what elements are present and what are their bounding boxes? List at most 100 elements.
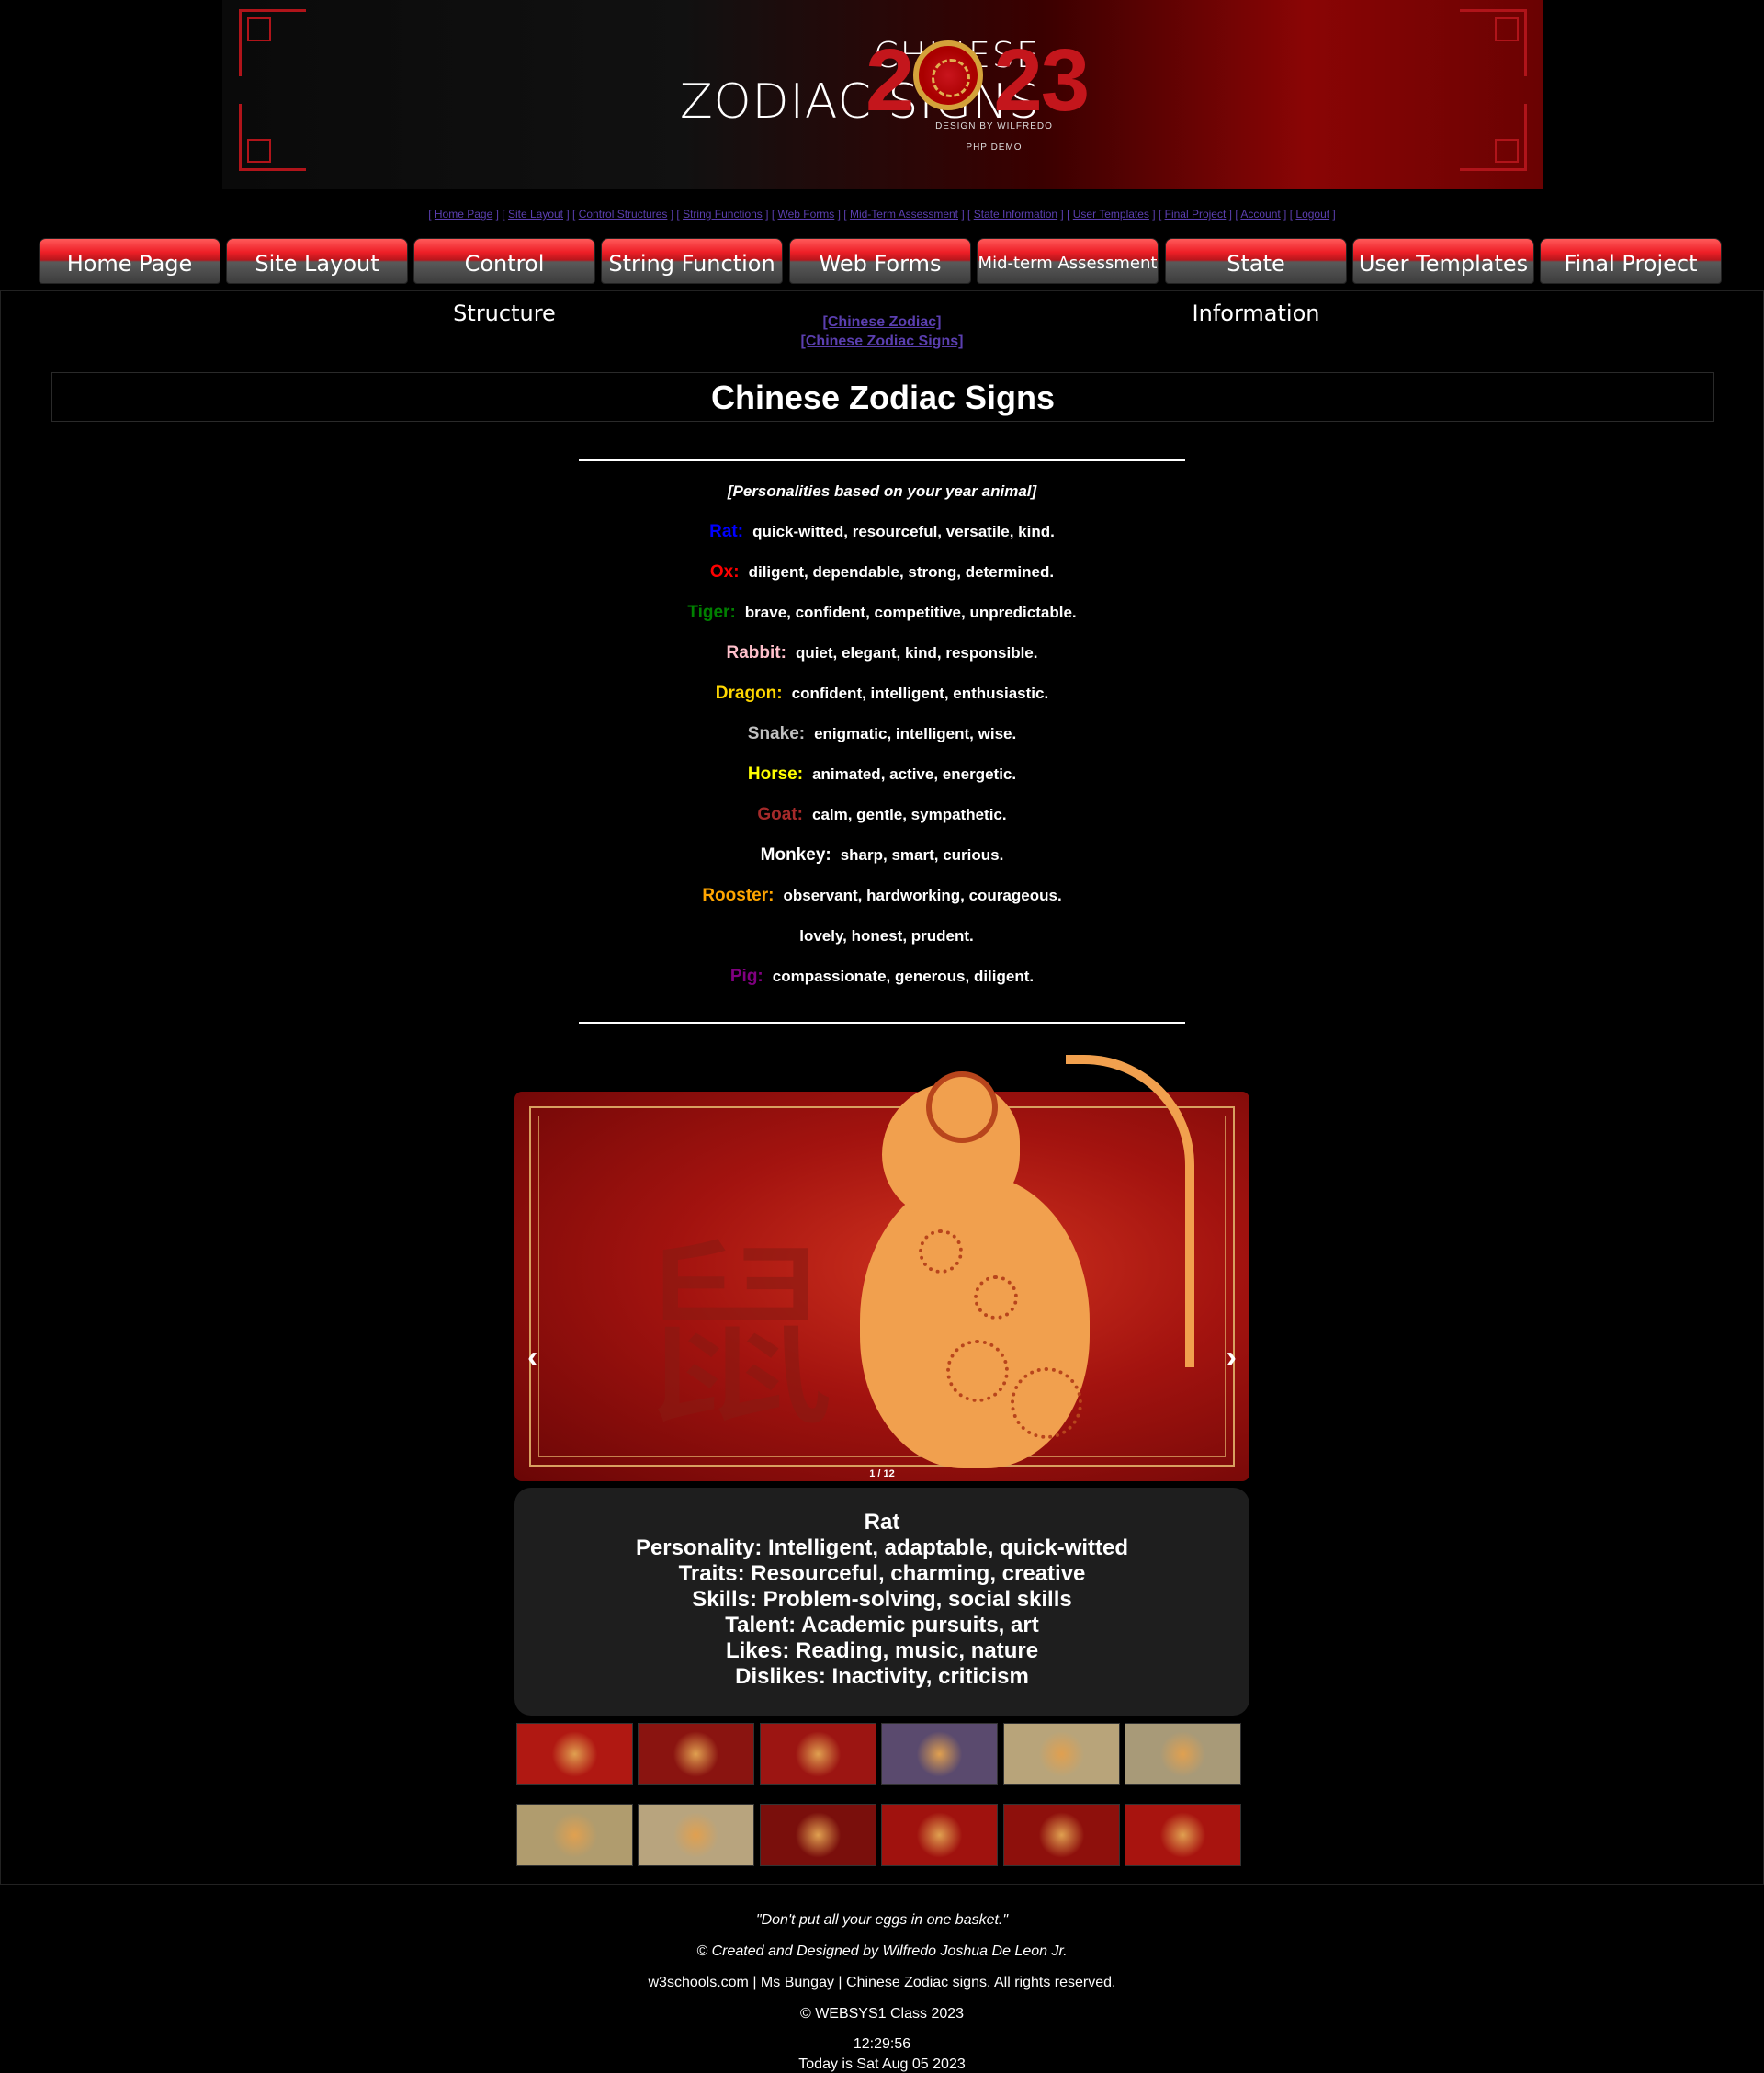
nav-web-forms[interactable]: Web Forms: [789, 238, 971, 284]
nav-final-project[interactable]: Final Project: [1540, 238, 1722, 284]
thumbnail-snake[interactable]: [1125, 1723, 1241, 1785]
trait-animal: Rooster:: [702, 886, 775, 905]
trait-row: Monkey: sharp, smart, curious.: [0, 842, 1764, 882]
slide-counter: 1 / 12: [869, 1468, 895, 1479]
breadcrumb-chinese-zodiac[interactable]: [Chinese Zodiac]: [823, 314, 942, 330]
thumbnail-monkey[interactable]: [759, 1804, 876, 1866]
thumbnail-pig[interactable]: [1125, 1804, 1241, 1866]
trait-row: Goat: calm, gentle, sympathetic.: [0, 801, 1764, 842]
thumbnail-dog[interactable]: [1002, 1804, 1120, 1866]
caption-skills: Skills: Problem-solving, social skills: [692, 1587, 1072, 1612]
text-link-bracket: [: [967, 208, 974, 221]
trait-animal: Goat:: [757, 805, 803, 824]
text-link-bracket: [: [428, 208, 435, 221]
nav-control-structure[interactable]: Control Structure: [413, 238, 595, 326]
text-link-bracket: ]: [1148, 208, 1159, 221]
text-link-bracket: [: [1067, 208, 1073, 221]
trait-row: Snake: enigmatic, intelligent, wise.: [0, 720, 1764, 761]
trait-animal: Pig:: [729, 967, 763, 986]
nav-user-templates[interactable]: User Templates: [1352, 238, 1534, 284]
text-link[interactable]: State Information: [974, 208, 1057, 221]
thumbnail-rat[interactable]: [516, 1723, 633, 1785]
caption-dislikes: Dislikes: Inactivity, criticism: [735, 1664, 1029, 1689]
nav-string-function[interactable]: String Function: [601, 238, 783, 284]
footer-quote: "Don't put all your eggs in one basket.": [755, 1912, 1009, 1928]
nav-midterm-assessment[interactable]: Mid-term Assessment: [977, 238, 1159, 284]
text-link[interactable]: Account: [1240, 208, 1280, 221]
nav-state-information[interactable]: State Information: [1165, 238, 1347, 326]
thumbnail-goat[interactable]: [638, 1804, 755, 1866]
banner-year-right: 23: [993, 31, 1090, 130]
text-link-bracket: ]: [1057, 208, 1068, 221]
breadcrumb-chinese-zodiac-signs[interactable]: [Chinese Zodiac Signs]: [801, 334, 964, 349]
trait-row: Dragon: confident, intelligent, enthusias…: [0, 680, 1764, 720]
thumbnail-ox[interactable]: [638, 1723, 755, 1785]
caption-likes: Likes: Reading, music, nature: [725, 1638, 1039, 1663]
caption-talent: Talent: Academic pursuits, art: [725, 1613, 1039, 1637]
personalities-list: [Personalities based on your year animal…: [0, 478, 1764, 1003]
footer-class: © WEBSYS1 Class 2023: [799, 2006, 965, 2022]
text-link-bracket: ]: [958, 208, 968, 221]
trait-description: sharp, smart, curious.: [840, 846, 1004, 864]
divider: [579, 459, 1185, 461]
text-link-bracket: ]: [1329, 208, 1336, 221]
text-link[interactable]: User Templates: [1073, 208, 1149, 221]
thumbnail-rabbit[interactable]: [881, 1723, 999, 1785]
slide-prev-button[interactable]: ‹: [527, 1340, 537, 1376]
banner-corner-ornament: [239, 104, 306, 171]
text-link-bracket: ]: [834, 208, 844, 221]
thumbnail-dragon[interactable]: [1002, 1723, 1120, 1785]
caption-personality: Personality: Intelligent, adaptable, qui…: [635, 1535, 1129, 1560]
text-link-bracket: ]: [1280, 208, 1290, 221]
thumbnail-horse[interactable]: [516, 1804, 633, 1866]
rabbit-medallion-icon: [913, 40, 983, 110]
banner-credit: DESIGN BY WILFREDO PHP DEMO: [930, 121, 1058, 164]
text-link[interactable]: Mid-Term Assessment: [850, 208, 958, 221]
trait-animal: Ox:: [709, 562, 740, 582]
text-link[interactable]: Site Layout: [508, 208, 563, 221]
nav-home-page[interactable]: Home Page: [39, 238, 220, 284]
text-link-bracket: ]: [492, 208, 503, 221]
text-link[interactable]: Home Page: [435, 208, 492, 221]
text-link[interactable]: Control Structures: [579, 208, 668, 221]
text-link-bracket: [: [843, 208, 850, 221]
trait-description: enigmatic, intelligent, wise.: [814, 725, 1017, 742]
text-link[interactable]: String Functions: [683, 208, 763, 221]
trait-animal: Monkey:: [760, 845, 831, 865]
text-link-bracket: [: [1158, 208, 1165, 221]
trait-description: observant, hardworking, courageous.: [783, 887, 1062, 904]
breadcrumb: [Chinese Zodiac] [Chinese Zodiac Signs]: [0, 312, 1764, 351]
trait-animal: Dragon:: [715, 684, 783, 703]
text-link-bracket: [: [502, 208, 508, 221]
page-title: Chinese Zodiac Signs: [710, 379, 1056, 416]
trait-row: Ox: diligent, dependable, strong, determi…: [0, 559, 1764, 599]
page-title-box: Chinese Zodiac Signs: [51, 372, 1714, 422]
slide-next-button[interactable]: ›: [1227, 1340, 1237, 1376]
text-nav-links: [ Home Page ] [ Site Layout ] [ Control …: [0, 208, 1764, 221]
trait-description: brave, confident, competitive, unpredict…: [744, 604, 1077, 621]
footer-clock: 12:29:56: [853, 2036, 911, 2052]
thumbnail-tiger[interactable]: [759, 1723, 876, 1785]
nav-site-layout[interactable]: Site Layout: [226, 238, 408, 284]
caption-animal-name: Rat: [864, 1510, 900, 1535]
trait-row: Rabbit: quiet, elegant, kind, responsible…: [0, 640, 1764, 680]
zodiac-caption: Rat Personality: Intelligent, adaptable,…: [514, 1488, 1250, 1716]
text-link-bracket: ]: [1226, 208, 1236, 221]
trait-description: diligent, dependable, strong, determined…: [748, 563, 1055, 581]
trait-description: quiet, elegant, kind, responsible.: [795, 644, 1038, 662]
trait-description: quick-witted, resourceful, versatile, ki…: [752, 523, 1055, 540]
text-link[interactable]: Logout: [1295, 208, 1329, 221]
text-link[interactable]: Web Forms: [777, 208, 834, 221]
banner-credit-demo: PHP DEMO: [966, 142, 1023, 153]
rat-ear-icon: [926, 1071, 998, 1143]
banner-corner-ornament: [239, 9, 306, 76]
trait-animal: Rabbit:: [726, 643, 786, 663]
flower-pattern-icon: [1011, 1367, 1082, 1439]
trait-animal: Rat:: [709, 522, 744, 541]
banner-corner-ornament: [1460, 104, 1527, 171]
header-banner: CHINESE ZODIAC SIGNS 223 DESIGN BY WILFR…: [222, 0, 1544, 189]
trait-row: Rat: quick-witted, resourceful, versatile…: [0, 518, 1764, 559]
thumbnail-rooster[interactable]: [881, 1804, 999, 1866]
trait-description: calm, gentle, sympathetic.: [811, 806, 1007, 823]
text-link[interactable]: Final Project: [1165, 208, 1227, 221]
